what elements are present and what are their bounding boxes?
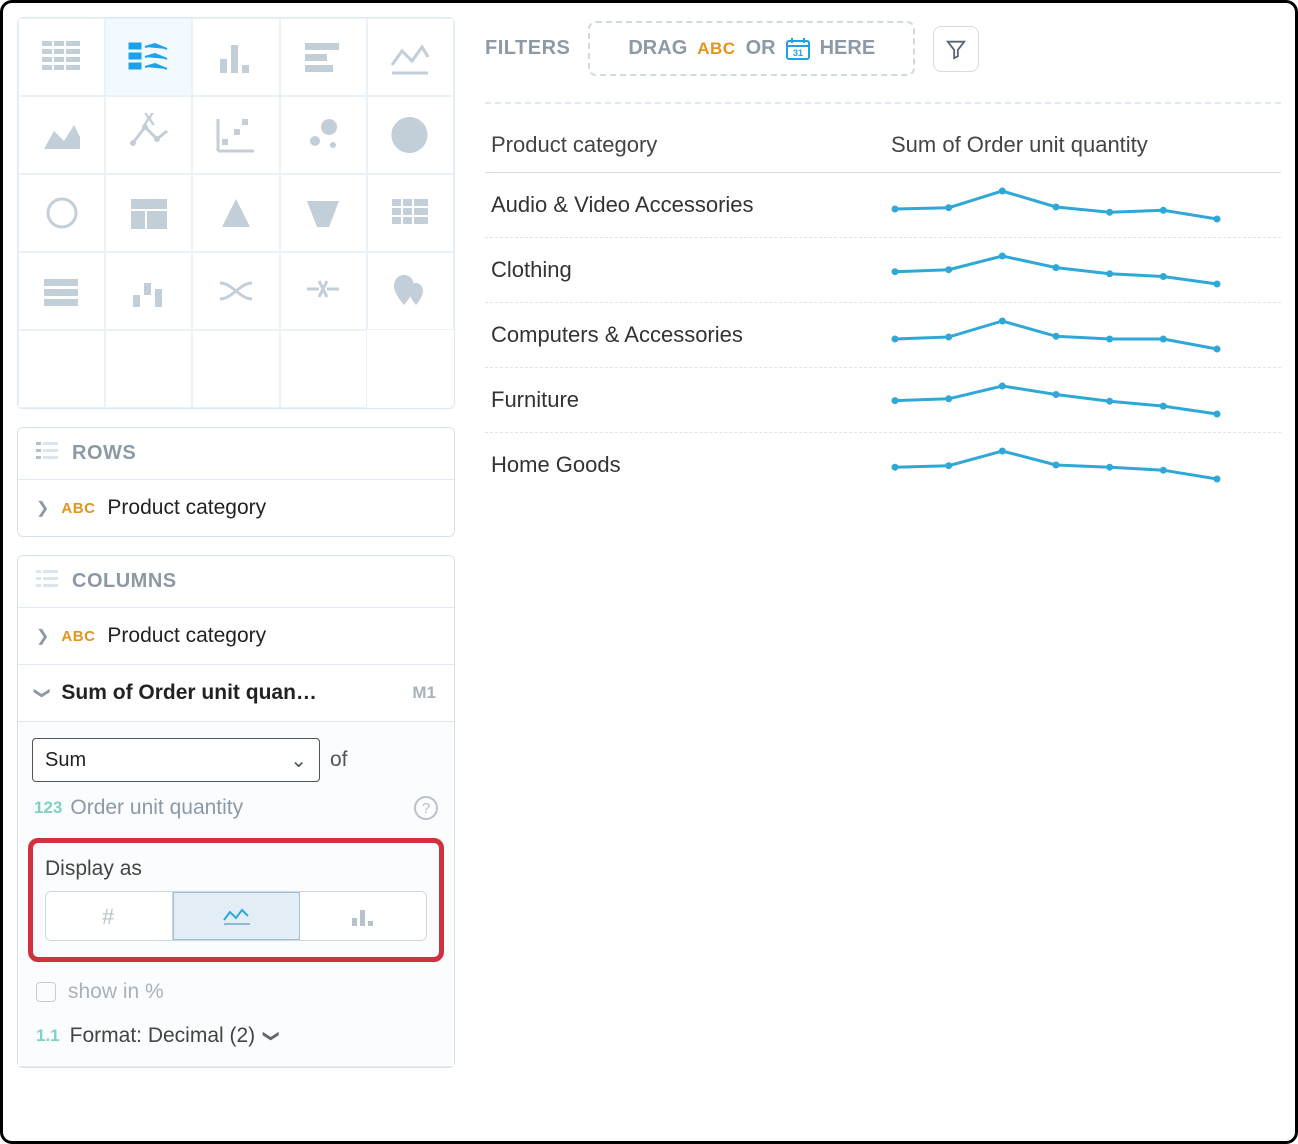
filters-label: FILTERS — [485, 37, 570, 60]
table-row[interactable]: Computers & Accessories — [485, 303, 1281, 368]
table-header: Product category Sum of Order unit quant… — [485, 122, 1281, 173]
columns-title: COLUMNS — [72, 570, 177, 593]
table-body: Audio & Video Accessories Clothing Compute… — [485, 173, 1281, 497]
table-row[interactable]: Clothing — [485, 238, 1281, 303]
sparkline — [891, 317, 1221, 353]
chart-type-sankey[interactable] — [192, 252, 279, 330]
row-category: Furniture — [491, 387, 891, 413]
abc-icon: ABC — [697, 39, 735, 59]
aggregation-select[interactable]: Sum ⌄ — [32, 738, 320, 782]
chart-type-scatter[interactable] — [192, 96, 279, 174]
display-as-number[interactable]: # — [46, 892, 173, 940]
chart-type-picker: X — [17, 17, 455, 409]
show-percent-label: show in % — [68, 980, 164, 1004]
help-icon[interactable]: ? — [414, 796, 438, 820]
abc-tag: ABC — [61, 500, 95, 517]
chart-type-area[interactable] — [18, 96, 105, 174]
filter-button[interactable] — [933, 26, 979, 72]
display-as-sparkline[interactable] — [173, 892, 301, 940]
config-panel: X ROWS ❯ ABC Product category COLUMNS — [17, 17, 455, 1127]
chart-type-bubble[interactable] — [280, 96, 367, 174]
chart-type-funnel[interactable] — [280, 174, 367, 252]
table-row[interactable]: Home Goods — [485, 433, 1281, 497]
chart-type-sparkline-table[interactable] — [105, 18, 192, 96]
svg-text:#: # — [102, 904, 115, 928]
aggregation-value: Sum — [45, 749, 86, 772]
format-label: Format: Decimal (2) — [70, 1024, 256, 1048]
pill-label: Product category — [107, 496, 266, 520]
chart-type-parallel[interactable] — [280, 252, 367, 330]
chevron-down-icon: ⌄ — [290, 748, 307, 773]
or-text: OR — [746, 37, 776, 60]
chevron-right-icon: ❯ — [36, 498, 49, 518]
chart-type-table[interactable] — [18, 18, 105, 96]
format-row[interactable]: 1.1 Format: Decimal (2) ❯ — [32, 1010, 440, 1066]
measure-badge: M1 — [412, 683, 436, 703]
rows-title: ROWS — [72, 442, 136, 465]
chart-type-waterfall[interactable] — [105, 252, 192, 330]
chart-type-treemap[interactable] — [105, 174, 192, 252]
filter-dropzone[interactable]: DRAG ABC OR 31 HERE — [588, 21, 915, 76]
columns-shelf: COLUMNS ❯ ABC Product category ❯ Sum of … — [17, 555, 455, 1068]
chart-type-heatmap[interactable] — [367, 174, 454, 252]
sparkline — [891, 187, 1221, 223]
chart-type-donut[interactable] — [18, 174, 105, 252]
sparkline — [891, 252, 1221, 288]
svg-text:X: X — [143, 113, 155, 129]
chevron-right-icon: ❯ — [36, 626, 49, 646]
of-text: of — [330, 748, 348, 772]
svg-text:31: 31 — [793, 48, 803, 58]
header-measure: Sum of Order unit quantity — [891, 132, 1148, 158]
calendar-icon: 31 — [786, 38, 810, 60]
drag-text: DRAG — [628, 37, 687, 60]
chart-type-pyramid[interactable] — [192, 174, 279, 252]
chart-type-pie[interactable] — [367, 96, 454, 174]
columns-item-product-category[interactable]: ❯ ABC Product category — [18, 608, 454, 665]
chevron-down-icon: ❯ — [33, 686, 53, 699]
measure-label: Sum of Order unit quan… — [61, 681, 317, 705]
show-percent-row[interactable]: show in % — [32, 962, 440, 1010]
columns-item-measure[interactable]: ❯ Sum of Order unit quan… M1 — [18, 665, 454, 722]
table-row[interactable]: Audio & Video Accessories — [485, 173, 1281, 238]
number-tag: 123 — [34, 798, 62, 818]
chart-type-stacked-bar[interactable] — [18, 252, 105, 330]
sparkline — [891, 382, 1221, 418]
row-category: Computers & Accessories — [491, 322, 891, 348]
rows-item-product-category[interactable]: ❯ ABC Product category — [18, 480, 454, 536]
chart-type-map[interactable] — [367, 252, 454, 330]
chart-type-line[interactable] — [367, 18, 454, 96]
chart-type-combo[interactable]: X — [105, 96, 192, 174]
field-name: Order unit quantity — [70, 796, 243, 820]
chart-type-hbar[interactable] — [280, 18, 367, 96]
measure-config: Sum ⌄ of 123 Order unit quantity ? Displ… — [18, 722, 454, 1067]
display-as-section: Display as # — [28, 838, 444, 962]
format-tag: 1.1 — [36, 1026, 60, 1046]
canvas-area: FILTERS DRAG ABC OR 31 HERE Product cate… — [485, 17, 1281, 1127]
row-category: Home Goods — [491, 452, 891, 478]
here-text: HERE — [820, 37, 876, 60]
row-category: Clothing — [491, 257, 891, 283]
row-category: Audio & Video Accessories — [491, 192, 891, 218]
rows-shelf: ROWS ❯ ABC Product category — [17, 427, 455, 537]
header-category: Product category — [491, 132, 891, 158]
display-as-bars[interactable] — [300, 892, 426, 940]
checkbox-icon[interactable] — [36, 982, 56, 1002]
display-as-segmented: # — [45, 891, 427, 941]
abc-tag: ABC — [61, 628, 95, 645]
chevron-down-icon: ❯ — [262, 1029, 282, 1042]
filter-bar: FILTERS DRAG ABC OR 31 HERE — [485, 21, 1281, 76]
display-as-label: Display as — [45, 857, 427, 881]
chart-type-bar[interactable] — [192, 18, 279, 96]
divider — [485, 102, 1281, 104]
table-row[interactable]: Furniture — [485, 368, 1281, 433]
grip-icon — [36, 442, 58, 465]
sparkline — [891, 447, 1221, 483]
pill-label: Product category — [107, 624, 266, 648]
grip-icon — [36, 570, 58, 593]
